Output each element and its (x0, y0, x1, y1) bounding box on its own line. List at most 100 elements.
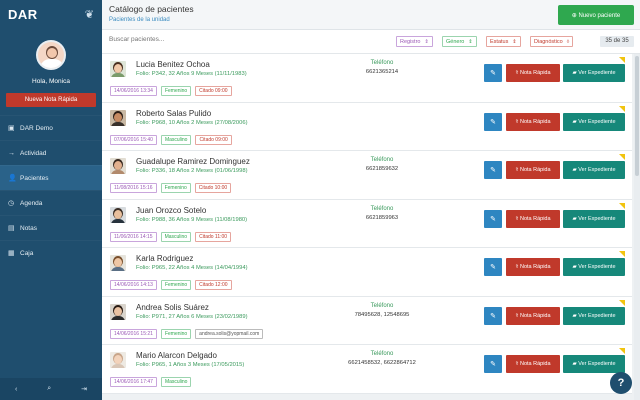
sidebar-top: DAR ❦ (0, 0, 102, 28)
edit-button[interactable]: ✎ (484, 306, 502, 325)
patient-photo (110, 158, 126, 174)
patient-row[interactable]: Lucia Benitez Ochoa Folio: P342, 32 Años … (102, 54, 632, 103)
patient-name[interactable]: Karla Rodriguez (136, 254, 193, 263)
edit-button[interactable]: ✎ (484, 112, 502, 131)
registro-date-tag: 14/06/2016 13:34 (110, 86, 157, 96)
patient-row[interactable]: Juan Orozco Sotelo Folio: P988, 36 Años 9… (102, 199, 632, 248)
registro-filter[interactable]: Registro ⇕ (396, 36, 433, 47)
square-icon: ▣ (8, 125, 15, 132)
clock-icon: ◷ (8, 200, 15, 207)
sidebar-item-label: Pacientes (20, 174, 49, 182)
view-record-button[interactable]: ▰ Ver Expediente (563, 258, 625, 276)
view-record-button[interactable]: ▰ Ver Expediente (563, 306, 625, 325)
page-title: Catálogo de pacientes (109, 4, 194, 14)
appointment-tag: Citado 11:00 (195, 231, 232, 242)
book-icon: ▤ (8, 225, 15, 232)
edit-icon: ✎ (490, 167, 496, 174)
phone-value: 6621365214 (365, 69, 399, 75)
quick-note-row-button[interactable]: ⚕ Nota Rápida (506, 112, 560, 131)
arrow-right-icon: → (8, 149, 15, 157)
patient-row[interactable]: Karla Rodriguez Folio: P965, 22 Años 4 Me… (102, 248, 632, 297)
patient-name[interactable]: Lucia Benitez Ochoa (136, 60, 210, 69)
new-patient-button[interactable]: ⊕ Nuevo paciente (558, 5, 634, 25)
scroll-thumb[interactable] (635, 56, 639, 176)
gender-tag: Femenino (160, 280, 192, 290)
edit-icon: ✎ (490, 264, 496, 271)
edit-button[interactable]: ✎ (484, 258, 502, 276)
corner-flag-icon (619, 299, 625, 306)
registro-date-tag: 14/06/2016 17:47 (110, 377, 157, 387)
phone-label: Teléfono (370, 157, 394, 163)
edit-icon: ✎ (490, 312, 496, 320)
plus-icon: ⊕ (571, 12, 579, 19)
view-record-button[interactable]: ▰ Ver Expediente (563, 355, 625, 373)
patient-name[interactable]: Roberto Salas Pulido (136, 109, 211, 118)
search-input[interactable] (109, 36, 259, 43)
diagnostico-filter[interactable]: Diagnóstico ◊ (530, 36, 574, 47)
quick-note-row-button[interactable]: ⚕ Nota Rápida (506, 209, 560, 228)
scrollbar[interactable] (634, 54, 640, 400)
patient-tags: 14/06/2016 14:13 Femenino Citado 12:00 (110, 280, 232, 290)
quick-note-button[interactable]: Nueva Nota Rápida (6, 93, 96, 107)
phone-value: 6621458532, 6622864712 (348, 360, 416, 366)
chevron-left-icon[interactable]: ‹ (15, 386, 17, 393)
sidebar-nav: ▣ DAR Demo → Actividad 👤 Pacientes ◷ Agenda ▤ Not… (0, 115, 102, 265)
chevron-down-icon: ⇕ (424, 39, 429, 45)
view-record-button[interactable]: ▰ Ver Expediente (563, 209, 625, 228)
users-icon: 👤 (8, 175, 17, 182)
patient-name[interactable]: Juan Orozco Sotelo (136, 206, 206, 215)
patient-row[interactable]: Roberto Salas Pulido Folio: P968, 10 Años… (102, 102, 632, 151)
genero-filter[interactable]: Género ⇕ (442, 36, 477, 47)
phone-label: Teléfono (370, 60, 394, 66)
patient-row[interactable]: Guadalupe Ramirez Dominguez Folio: P336, … (102, 151, 632, 200)
sidebar-footer: ‹ ⌕ ⇥ (0, 378, 102, 400)
patient-photo (110, 61, 126, 77)
patient-folio: Folio: P336, 18 Años 2 Meses (01/06/1998… (136, 168, 248, 174)
edit-button[interactable]: ✎ (484, 355, 502, 373)
patient-row[interactable]: Mario Alarcon Delgado Folio: P965, 1 Años… (102, 345, 632, 394)
patient-row[interactable]: Andrea Solis Suárez Folio: P971, 27 Años … (102, 296, 632, 345)
corner-flag-icon (619, 154, 625, 160)
quick-note-row-button[interactable]: ⚕ Nota Rápida (506, 258, 560, 276)
patient-name[interactable]: Guadalupe Ramirez Dominguez (136, 157, 250, 166)
patient-name[interactable]: Andrea Solis Suárez (136, 303, 209, 312)
app-logo[interactable]: DAR (8, 7, 38, 22)
edit-button[interactable]: ✎ (484, 64, 502, 82)
avatar[interactable] (36, 40, 66, 70)
logout-icon[interactable]: ⇥ (81, 385, 87, 393)
gender-tag: Masculino (160, 377, 192, 387)
edit-button[interactable]: ✎ (484, 161, 502, 179)
sidebar-item-label: Actividad (20, 149, 47, 157)
appointment-tag: Citado 10:00 (194, 183, 232, 193)
quick-note-row-button[interactable]: ⚕ Nota Rápida (506, 161, 560, 179)
sidebar-item-agenda[interactable]: ◷ Agenda (0, 190, 102, 215)
view-record-button[interactable]: ▰ Ver Expediente (563, 161, 625, 179)
filter-bar: Registro⇕ Género⇕ Estatus⇕ Diagnóstico◊ … (102, 30, 640, 54)
breadcrumb[interactable]: Pacientes de la unidad (109, 17, 170, 23)
estatus-filter[interactable]: Estatus ⇕ (486, 36, 521, 47)
help-button[interactable]: ? (610, 372, 632, 394)
quick-note-row-button[interactable]: ⚕ Nota Rápida (506, 355, 560, 373)
sidebar-item-dar-demo[interactable]: ▣ DAR Demo (0, 115, 102, 140)
edit-button[interactable]: ✎ (484, 209, 502, 228)
sidebar-item-label: DAR Demo (20, 124, 53, 132)
sidebar-item-pacientes[interactable]: 👤 Pacientes (0, 165, 102, 190)
patient-name[interactable]: Mario Alarcon Delgado (136, 351, 217, 360)
search-icon[interactable]: ⌕ (47, 385, 51, 393)
patient-tags: 07/06/2016 15:40 Masculino Citado 09:00 (110, 134, 232, 145)
view-record-button[interactable]: ▰ Ver Expediente (563, 112, 625, 131)
chevron-down-icon: ⇕ (468, 39, 473, 45)
registro-date-tag: 11/06/2016 14:15 (110, 231, 157, 242)
gender-tag: Femenino (160, 183, 191, 193)
phone-value: 6621859632 (365, 166, 399, 172)
sidebar-item-notas[interactable]: ▤ Notas (0, 215, 102, 240)
sidebar-item-actividad[interactable]: → Actividad (0, 140, 102, 165)
sidebar-item-caja[interactable]: ▦ Caja (0, 240, 102, 265)
patient-folio: Folio: P971, 27 Años 6 Meses (23/02/1989… (136, 313, 248, 320)
quick-note-row-button[interactable]: ⚕ Nota Rápida (506, 64, 560, 82)
quick-note-row-button[interactable]: ⚕ Nota Rápida (506, 306, 560, 325)
corner-flag-icon (619, 202, 625, 209)
patient-folio: Folio: P342, 32 Años 9 Meses (11/11/1983… (136, 71, 247, 77)
sidebar-item-label: Agenda (20, 199, 43, 207)
view-record-button[interactable]: ▰ Ver Expediente (563, 64, 625, 82)
